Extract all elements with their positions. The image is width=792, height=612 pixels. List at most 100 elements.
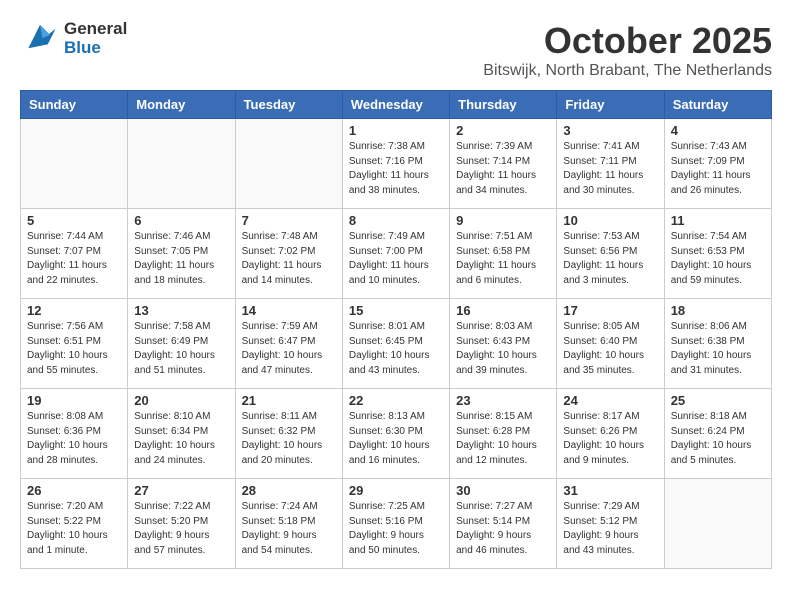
calendar-cell: 10 Sunrise: 7:53 AM Sunset: 6:56 PM Dayli… [557, 209, 664, 299]
calendar-cell: 3 Sunrise: 7:41 AM Sunset: 7:11 PM Daylig… [557, 119, 664, 209]
calendar-cell [664, 479, 771, 569]
day-info: Sunrise: 7:20 AM Sunset: 5:22 PM Dayligh… [27, 500, 121, 558]
day-number: 3 [563, 123, 657, 138]
calendar-title: October 2025 [483, 20, 772, 62]
day-info: Sunrise: 7:24 AM Sunset: 5:18 PM Dayligh… [242, 500, 336, 558]
day-number: 11 [671, 213, 765, 228]
day-number: 28 [242, 483, 336, 498]
day-info: Sunrise: 8:08 AM Sunset: 6:36 PM Dayligh… [27, 410, 121, 468]
day-info: Sunrise: 8:13 AM Sunset: 6:30 PM Dayligh… [349, 410, 443, 468]
calendar-cell: 30 Sunrise: 7:27 AM Sunset: 5:14 PM Dayli… [450, 479, 557, 569]
day-info: Sunrise: 7:51 AM Sunset: 6:58 PM Dayligh… [456, 230, 550, 288]
day-info: Sunrise: 8:10 AM Sunset: 6:34 PM Dayligh… [134, 410, 228, 468]
day-info: Sunrise: 8:18 AM Sunset: 6:24 PM Dayligh… [671, 410, 765, 468]
logo-text: General Blue [64, 20, 127, 57]
day-number: 5 [27, 213, 121, 228]
calendar-table: SundayMondayTuesdayWednesdayThursdayFrid… [20, 90, 772, 569]
weekday-header-tuesday: Tuesday [235, 91, 342, 119]
day-info: Sunrise: 7:27 AM Sunset: 5:14 PM Dayligh… [456, 500, 550, 558]
day-info: Sunrise: 8:11 AM Sunset: 6:32 PM Dayligh… [242, 410, 336, 468]
calendar-cell: 12 Sunrise: 7:56 AM Sunset: 6:51 PM Dayli… [21, 299, 128, 389]
logo: General Blue [20, 20, 127, 57]
weekday-header-sunday: Sunday [21, 91, 128, 119]
calendar-week-row-5: 26 Sunrise: 7:20 AM Sunset: 5:22 PM Dayli… [21, 479, 772, 569]
weekday-header-friday: Friday [557, 91, 664, 119]
day-info: Sunrise: 8:17 AM Sunset: 6:26 PM Dayligh… [563, 410, 657, 468]
day-info: Sunrise: 7:38 AM Sunset: 7:16 PM Dayligh… [349, 140, 443, 198]
day-info: Sunrise: 7:46 AM Sunset: 7:05 PM Dayligh… [134, 230, 228, 288]
day-number: 1 [349, 123, 443, 138]
calendar-week-row-4: 19 Sunrise: 8:08 AM Sunset: 6:36 PM Dayli… [21, 389, 772, 479]
calendar-subtitle: Bitswijk, North Brabant, The Netherlands [483, 62, 772, 80]
calendar-week-row-2: 5 Sunrise: 7:44 AM Sunset: 7:07 PM Daylig… [21, 209, 772, 299]
weekday-header-thursday: Thursday [450, 91, 557, 119]
calendar-cell: 23Sunrise: 8:15 AM Sunset: 6:28 PM Dayli… [450, 389, 557, 479]
logo-blue-text: Blue [64, 39, 127, 58]
day-info: Sunrise: 7:53 AM Sunset: 6:56 PM Dayligh… [563, 230, 657, 288]
day-number: 15 [349, 303, 443, 318]
day-number: 20 [134, 393, 228, 408]
day-info: Sunrise: 7:25 AM Sunset: 5:16 PM Dayligh… [349, 500, 443, 558]
day-number: 2 [456, 123, 550, 138]
calendar-cell: 11 Sunrise: 7:54 AM Sunset: 6:53 PM Dayli… [664, 209, 771, 299]
day-number: 4 [671, 123, 765, 138]
calendar-cell: 18Sunrise: 8:06 AM Sunset: 6:38 PM Dayli… [664, 299, 771, 389]
day-info: Sunrise: 7:44 AM Sunset: 7:07 PM Dayligh… [27, 230, 121, 288]
day-info: Sunrise: 7:48 AM Sunset: 7:02 PM Dayligh… [242, 230, 336, 288]
day-number: 14 [242, 303, 336, 318]
calendar-cell [128, 119, 235, 209]
calendar-cell [21, 119, 128, 209]
calendar-cell: 31Sunrise: 7:29 AM Sunset: 5:12 PM Dayli… [557, 479, 664, 569]
day-number: 22 [349, 393, 443, 408]
calendar-cell: 5 Sunrise: 7:44 AM Sunset: 7:07 PM Daylig… [21, 209, 128, 299]
weekday-header-monday: Monday [128, 91, 235, 119]
day-number: 18 [671, 303, 765, 318]
day-info: Sunrise: 7:56 AM Sunset: 6:51 PM Dayligh… [27, 320, 121, 378]
day-info: Sunrise: 7:41 AM Sunset: 7:11 PM Dayligh… [563, 140, 657, 198]
calendar-cell: 27 Sunrise: 7:22 AM Sunset: 5:20 PM Dayli… [128, 479, 235, 569]
day-info: Sunrise: 7:54 AM Sunset: 6:53 PM Dayligh… [671, 230, 765, 288]
weekday-header-row: SundayMondayTuesdayWednesdayThursdayFrid… [21, 91, 772, 119]
calendar-cell: 13Sunrise: 7:58 AM Sunset: 6:49 PM Dayli… [128, 299, 235, 389]
day-number: 7 [242, 213, 336, 228]
day-number: 25 [671, 393, 765, 408]
day-number: 27 [134, 483, 228, 498]
day-number: 13 [134, 303, 228, 318]
calendar-cell: 1 Sunrise: 7:38 AM Sunset: 7:16 PM Daylig… [342, 119, 449, 209]
day-info: Sunrise: 7:59 AM Sunset: 6:47 PM Dayligh… [242, 320, 336, 378]
weekday-header-saturday: Saturday [664, 91, 771, 119]
day-number: 21 [242, 393, 336, 408]
calendar-cell: 7 Sunrise: 7:48 AM Sunset: 7:02 PM Daylig… [235, 209, 342, 299]
logo-icon [20, 21, 60, 56]
calendar-cell: 16Sunrise: 8:03 AM Sunset: 6:43 PM Dayli… [450, 299, 557, 389]
day-number: 31 [563, 483, 657, 498]
calendar-cell: 4 Sunrise: 7:43 AM Sunset: 7:09 PM Daylig… [664, 119, 771, 209]
day-number: 19 [27, 393, 121, 408]
calendar-week-row-3: 12 Sunrise: 7:56 AM Sunset: 6:51 PM Dayli… [21, 299, 772, 389]
day-number: 12 [27, 303, 121, 318]
calendar-cell: 21 Sunrise: 8:11 AM Sunset: 6:32 PM Dayli… [235, 389, 342, 479]
calendar-cell: 28 Sunrise: 7:24 AM Sunset: 5:18 PM Dayli… [235, 479, 342, 569]
day-info: Sunrise: 7:39 AM Sunset: 7:14 PM Dayligh… [456, 140, 550, 198]
calendar-cell: 26 Sunrise: 7:20 AM Sunset: 5:22 PM Dayli… [21, 479, 128, 569]
day-number: 29 [349, 483, 443, 498]
day-number: 17 [563, 303, 657, 318]
day-number: 30 [456, 483, 550, 498]
day-number: 6 [134, 213, 228, 228]
day-number: 9 [456, 213, 550, 228]
logo-general-text: General [64, 20, 127, 39]
calendar-cell: 9 Sunrise: 7:51 AM Sunset: 6:58 PM Daylig… [450, 209, 557, 299]
calendar-cell [235, 119, 342, 209]
day-number: 10 [563, 213, 657, 228]
day-number: 26 [27, 483, 121, 498]
calendar-cell: 6 Sunrise: 7:46 AM Sunset: 7:05 PM Daylig… [128, 209, 235, 299]
header: General Blue October 2025 Bitswijk, Nort… [20, 20, 772, 80]
day-info: Sunrise: 8:03 AM Sunset: 6:43 PM Dayligh… [456, 320, 550, 378]
day-info: Sunrise: 7:43 AM Sunset: 7:09 PM Dayligh… [671, 140, 765, 198]
calendar-week-row-1: 1 Sunrise: 7:38 AM Sunset: 7:16 PM Daylig… [21, 119, 772, 209]
day-info: Sunrise: 7:49 AM Sunset: 7:00 PM Dayligh… [349, 230, 443, 288]
day-info: Sunrise: 8:05 AM Sunset: 6:40 PM Dayligh… [563, 320, 657, 378]
day-info: Sunrise: 7:22 AM Sunset: 5:20 PM Dayligh… [134, 500, 228, 558]
day-number: 8 [349, 213, 443, 228]
calendar-cell: 14 Sunrise: 7:59 AM Sunset: 6:47 PM Dayli… [235, 299, 342, 389]
